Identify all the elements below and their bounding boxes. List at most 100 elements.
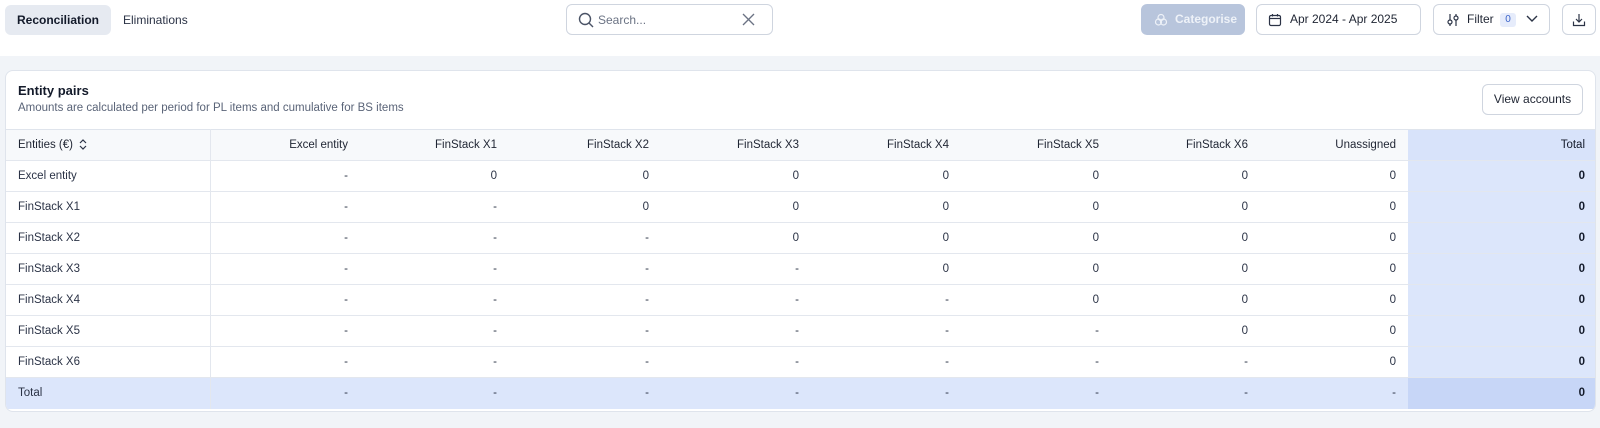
table-cell: -: [509, 222, 661, 254]
table-cell: -: [509, 253, 661, 285]
column-header: FinStack X2: [509, 129, 661, 161]
row-total-cell: 0: [1408, 315, 1595, 347]
column-header-entities[interactable]: Entities (€): [6, 129, 211, 161]
filter-label: Filter: [1467, 12, 1494, 26]
table-cell: 0: [811, 191, 961, 223]
table-cell: -: [210, 315, 360, 347]
table-cell: 0: [1111, 160, 1260, 192]
row-entity-name: FinStack X4: [6, 284, 211, 316]
table-cell: -: [210, 222, 360, 254]
filter-button[interactable]: Filter 0: [1433, 4, 1550, 35]
table-cell: -: [509, 315, 661, 347]
table-row[interactable]: FinStack X4- - - - -0 0 0 0: [6, 284, 1595, 316]
table-cell: -: [1111, 377, 1260, 409]
table-body: Excel entity -0 0 0 0 0 0 0 0 FinStack X1- -0 0 0 0 0 0…: [6, 160, 1595, 409]
table-row[interactable]: Excel entity -0 0 0 0 0 0 0 0: [6, 160, 1595, 192]
table-cell: 0: [961, 160, 1111, 192]
table-cell: -: [661, 284, 811, 316]
table-cell: 0: [961, 253, 1111, 285]
table-cell: 0: [961, 191, 1111, 223]
row-total-cell: 0: [1408, 191, 1595, 223]
table-cell: 0: [1111, 284, 1260, 316]
table-row[interactable]: FinStack X5- - - - - -0 0 0: [6, 315, 1595, 347]
search-box: [566, 4, 773, 35]
column-header: FinStack X3: [661, 129, 811, 161]
sort-icon[interactable]: [79, 139, 87, 151]
table-cell: -: [961, 315, 1111, 347]
clear-icon[interactable]: [742, 13, 755, 26]
search-icon: [578, 12, 594, 28]
table-cell: -: [661, 377, 811, 409]
column-header: FinStack X1: [360, 129, 509, 161]
categorise-button[interactable]: Categorise: [1141, 4, 1245, 35]
table-cell: -: [961, 377, 1111, 409]
categorise-icon: [1154, 13, 1168, 26]
table-cell: 0: [811, 160, 961, 192]
column-header: FinStack X5: [961, 129, 1111, 161]
table-cell: 0: [811, 253, 961, 285]
table-cell: -: [360, 284, 509, 316]
table-cell: -: [210, 377, 360, 409]
table-cell: -: [210, 346, 360, 378]
table-cell: -: [509, 346, 661, 378]
table-cell: -: [1111, 346, 1260, 378]
table-cell: -: [360, 346, 509, 378]
row-total-cell: 0: [1408, 253, 1595, 285]
table-cell: 0: [961, 284, 1111, 316]
table-row[interactable]: FinStack X1- -0 0 0 0 0 0 0: [6, 191, 1595, 223]
table-row[interactable]: FinStack X3- - - -0 0 0 0 0: [6, 253, 1595, 285]
table-cell: 0: [961, 222, 1111, 254]
table-cell: 0: [1111, 253, 1260, 285]
row-total-cell: 0: [1408, 284, 1595, 316]
row-entity-name: FinStack X5: [6, 315, 211, 347]
table-cell: -: [661, 346, 811, 378]
column-header: Unassigned: [1260, 129, 1408, 161]
table-cell: 0: [1260, 253, 1408, 285]
card-title: Entity pairs: [18, 83, 89, 98]
table-cell: -: [360, 191, 509, 223]
table-cell: 0: [1111, 222, 1260, 254]
table-cell: -: [509, 377, 661, 409]
column-header: FinStack X6: [1111, 129, 1260, 161]
row-entity-name: FinStack X3: [6, 253, 211, 285]
calendar-icon: [1268, 14, 1282, 27]
entity-pairs-card: Entity pairs Amounts are calculated per …: [5, 70, 1596, 412]
table-cell: 0: [360, 160, 509, 192]
chevron-down-icon[interactable]: [1526, 15, 1538, 23]
column-header-total: Total: [1408, 129, 1595, 161]
table-cell: -: [811, 284, 961, 316]
table-row[interactable]: FinStack X6- - - - - - -0 0: [6, 346, 1595, 378]
table-header-row: Entities (€) Excel entity FinStack X1 Fi…: [6, 129, 1595, 161]
table-cell: -: [210, 253, 360, 285]
column-header: Excel entity: [210, 129, 360, 161]
table-cell: -: [509, 284, 661, 316]
view-accounts-button[interactable]: View accounts: [1482, 84, 1583, 115]
card-subtitle: Amounts are calculated per period for PL…: [18, 102, 404, 114]
table-cell: -: [1260, 377, 1408, 409]
table-cell: -: [210, 160, 360, 192]
table-row[interactable]: FinStack X2- - -0 0 0 0 0 0: [6, 222, 1595, 254]
table-cell: -: [811, 346, 961, 378]
table-cell: 0: [811, 222, 961, 254]
categorise-label: Categorise: [1175, 12, 1238, 26]
table-cell: 0: [1260, 191, 1408, 223]
table-cell: 0: [661, 222, 811, 254]
download-button[interactable]: [1562, 4, 1596, 35]
date-range-label: Apr 2024 - Apr 2025: [1290, 12, 1398, 26]
date-range-button[interactable]: Apr 2024 - Apr 2025: [1256, 4, 1421, 35]
column-header: FinStack X4: [811, 129, 961, 161]
table-cell: -: [210, 284, 360, 316]
row-entity-name: FinStack X2: [6, 222, 211, 254]
table-cell: 0: [1260, 346, 1408, 378]
table-cell: 0: [1111, 315, 1260, 347]
search-input[interactable]: [598, 10, 738, 30]
tab-eliminations[interactable]: Eliminations: [111, 5, 200, 35]
tab-reconciliation[interactable]: Reconciliation: [5, 5, 112, 35]
row-total-cell: 0: [1408, 346, 1595, 378]
table-cell: -: [661, 315, 811, 347]
table-cell: -: [811, 377, 961, 409]
table-cell: 0: [509, 191, 661, 223]
row-entity-name: FinStack X6: [6, 346, 211, 378]
table-cell: 0: [509, 160, 661, 192]
row-total-cell: 0: [1408, 160, 1595, 192]
